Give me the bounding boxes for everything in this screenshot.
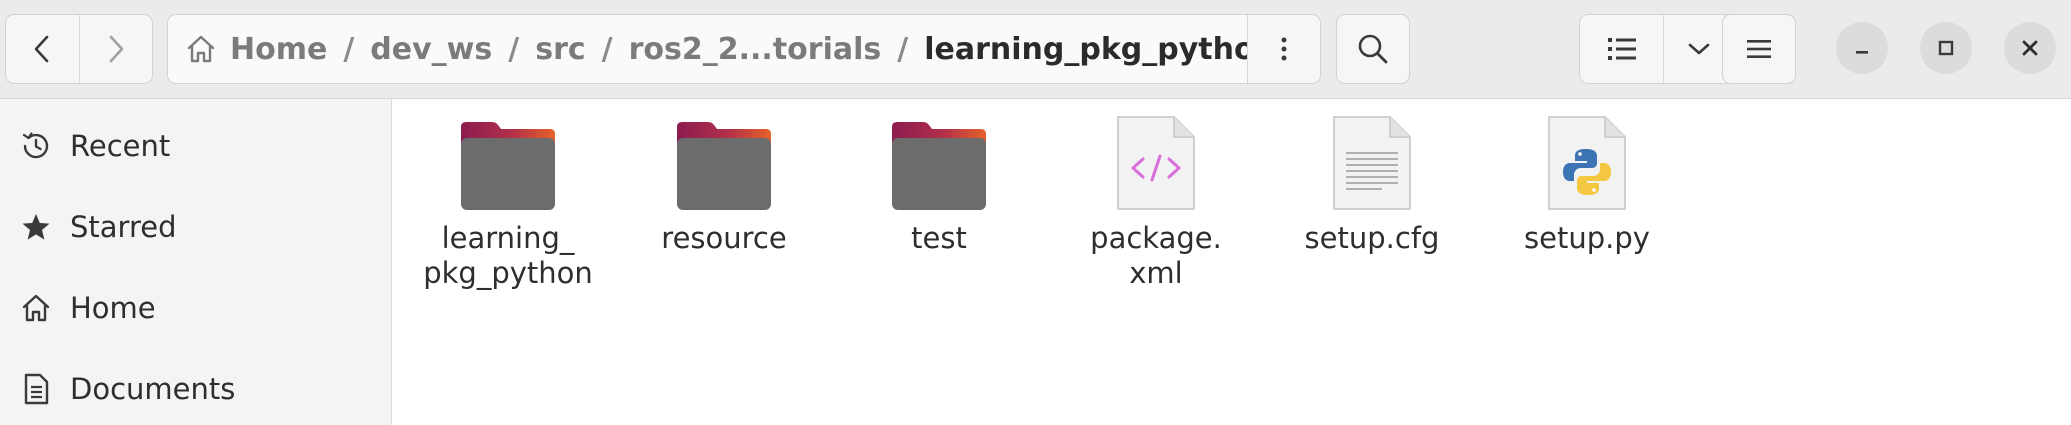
folder-icon: [674, 113, 774, 213]
search-button[interactable]: [1336, 14, 1410, 84]
crumb-label: Home: [230, 31, 328, 67]
file-name: resource: [624, 221, 824, 256]
sidebar-item-home[interactable]: Home: [0, 278, 391, 338]
file-name-line: setup.py: [1524, 221, 1650, 255]
view-mode-buttons: [1579, 14, 1734, 84]
crumb-src[interactable]: src: [523, 15, 597, 83]
python-file-icon: [1545, 113, 1629, 213]
crumb-dev-ws[interactable]: dev_ws: [358, 15, 504, 83]
file-name: setup.cfg: [1272, 221, 1472, 256]
forward-button[interactable]: [78, 15, 153, 83]
crumb-label: dev_ws: [370, 31, 493, 67]
close-button[interactable]: [2004, 22, 2056, 74]
file-name: setup.py: [1487, 221, 1687, 256]
crumb-ros2-tutorials[interactable]: ros2_2...torials: [617, 15, 894, 83]
crumb-label: src: [535, 31, 586, 67]
file-name-line: setup.cfg: [1304, 221, 1440, 255]
path-separator: /: [508, 31, 520, 67]
maximize-icon: [1938, 40, 1954, 56]
maximize-button[interactable]: [1920, 22, 1972, 74]
sidebar-item-documents[interactable]: Documents: [0, 359, 391, 419]
chevron-left-icon: [34, 35, 49, 63]
home-icon: [187, 35, 215, 63]
crumb-label: ros2_2...torials: [628, 31, 882, 67]
chevron-right-icon: [109, 35, 124, 63]
file-name-line: pkg_python: [423, 256, 593, 290]
crumb-label: learning_pkg_python: [924, 31, 1276, 67]
file-item-setup-py[interactable]: setup.py: [1487, 113, 1687, 256]
sidebar-item-label: Recent: [70, 129, 171, 163]
path-bar: Home / dev_ws / src / ros2_2...torials /…: [167, 14, 1321, 84]
back-button[interactable]: [6, 15, 79, 83]
file-manager-window: Home / dev_ws / src / ros2_2...torials /…: [0, 0, 2071, 425]
file-name: package. xml: [1056, 221, 1256, 291]
star-icon: [18, 212, 54, 242]
file-item-setup-cfg[interactable]: setup.cfg: [1272, 113, 1472, 256]
file-name-line: test: [911, 221, 967, 255]
text-file-icon: [1330, 113, 1414, 213]
file-name: test: [839, 221, 1039, 256]
folder-icon: [889, 113, 989, 213]
document-icon: [18, 373, 54, 405]
file-name-line: resource: [661, 221, 787, 255]
file-name-line: xml: [1129, 256, 1183, 290]
list-view-button[interactable]: [1580, 15, 1663, 83]
sidebar-item-starred[interactable]: Starred: [0, 197, 391, 257]
sidebar-item-recent[interactable]: Recent: [0, 116, 391, 176]
file-name-line: learning_: [441, 221, 575, 255]
path-separator: /: [897, 31, 909, 67]
list-view-icon: [1607, 38, 1636, 60]
sidebar-item-label: Starred: [70, 210, 177, 244]
path-separator: /: [343, 31, 355, 67]
home-icon: [18, 293, 54, 323]
sidebar: Recent Starred Home Documents: [0, 99, 392, 425]
chevron-down-icon: [1688, 43, 1709, 55]
crumb-current[interactable]: learning_pkg_python: [912, 15, 1288, 83]
folder-item-resource[interactable]: resource: [624, 113, 824, 256]
folder-item-learning-pkg-python[interactable]: learning_ pkg_python: [408, 113, 608, 291]
header-bar: Home / dev_ws / src / ros2_2...torials /…: [0, 0, 2071, 99]
folder-menu-button[interactable]: [1247, 15, 1320, 83]
path-separator: /: [601, 31, 613, 67]
navigation-buttons: [5, 14, 153, 84]
folder-item-test[interactable]: test: [839, 113, 1039, 256]
clock-icon: [18, 130, 54, 162]
xml-file-icon: [1114, 113, 1198, 213]
folder-icon: [458, 113, 558, 213]
sidebar-item-label: Home: [70, 291, 156, 325]
hamburger-menu-icon: [1747, 40, 1771, 58]
minimize-button[interactable]: [1836, 22, 1888, 74]
crumb-home[interactable]: Home: [168, 15, 339, 83]
file-grid: learning_ pkg_python resource test packa…: [392, 99, 2071, 425]
minimize-icon: [1856, 51, 1868, 54]
file-name-line: package.: [1090, 221, 1222, 255]
vertical-dots-icon: [1281, 37, 1287, 61]
file-name: learning_ pkg_python: [408, 221, 608, 291]
main-menu-button[interactable]: [1722, 14, 1796, 84]
search-icon: [1358, 34, 1388, 64]
file-item-package-xml[interactable]: package. xml: [1056, 113, 1256, 291]
sidebar-item-label: Documents: [70, 372, 236, 406]
close-icon: [2022, 40, 2038, 56]
